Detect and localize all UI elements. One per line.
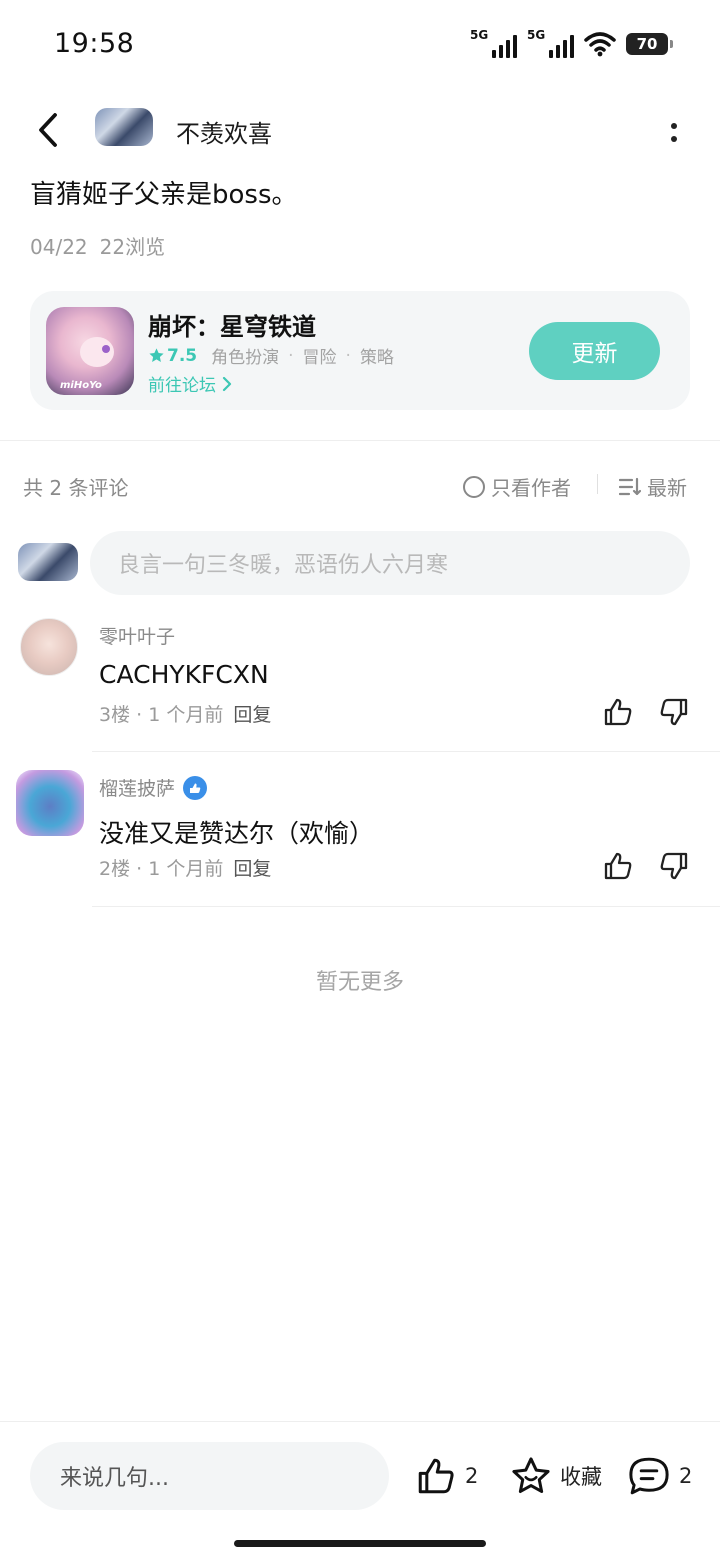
commenter-avatar[interactable] xyxy=(16,770,84,836)
comment-item: 零叶叶子 CACHYKFCXN 3楼 · 1 个月前 回复 xyxy=(0,618,720,752)
comment-divider xyxy=(92,751,720,752)
author-only-label: 只看作者 xyxy=(491,476,571,500)
author-only-toggle[interactable]: 只看作者 xyxy=(463,472,571,501)
cellular-signal-icon: 5G xyxy=(470,28,517,58)
more-dot-icon xyxy=(671,135,677,142)
status-time: 19:58 xyxy=(54,28,135,59)
tag-separator: · xyxy=(345,345,351,366)
bottom-bar-divider xyxy=(0,1421,720,1422)
star-outline-icon xyxy=(512,1457,550,1493)
comment-meta: 2楼 · 1 个月前 回复 xyxy=(99,858,272,880)
bottom-comment-input[interactable]: 来说几句... xyxy=(30,1442,389,1510)
thumb-down-icon xyxy=(660,698,688,726)
no-more-label: 暂无更多 xyxy=(315,970,404,995)
like-button[interactable] xyxy=(601,695,635,729)
battery-icon: 70 xyxy=(626,33,673,55)
favorite-label: 收藏 xyxy=(560,1465,602,1489)
back-button[interactable] xyxy=(28,108,68,152)
filter-separator xyxy=(597,474,598,494)
game-tag: 角色扮演 xyxy=(211,348,280,368)
comment-input[interactable]: 良言一句三冬暖，恶语伤人六月寒 xyxy=(90,531,690,595)
game-rating-value: 7.5 xyxy=(167,345,198,366)
like-button[interactable] xyxy=(601,849,635,883)
commenter-name[interactable]: 零叶叶子 xyxy=(99,622,175,649)
reply-button[interactable]: 回复 xyxy=(233,704,271,726)
section-divider xyxy=(0,440,720,441)
comment-text: 没准又是赞达尔（欢愉） xyxy=(99,819,375,848)
post-date: 04/22 xyxy=(30,235,88,259)
sort-label: 最新 xyxy=(647,476,687,500)
comment-item: 榴莲披萨 没准又是赞达尔（欢愉） 2楼 · 1 个月前 回复 xyxy=(0,770,720,907)
game-tags: 7.5 角色扮演 · 冒险 · 策略 xyxy=(148,343,394,368)
more-options-button[interactable] xyxy=(664,114,684,150)
game-name[interactable]: 崩坏：星穹铁道 xyxy=(148,307,316,342)
comments-count: 共 2 条评论 xyxy=(23,476,129,500)
thumb-up-icon xyxy=(604,698,632,726)
game-card[interactable]: miHoYo 崩坏：星穹铁道 7.5 角色扮演 · 冒险 · 策略 前往论坛 更… xyxy=(30,291,690,410)
thumb-up-icon xyxy=(604,852,632,880)
comment-meta: 3楼 · 1 个月前 回复 xyxy=(99,704,272,726)
post-like-button[interactable]: 2 xyxy=(415,1455,478,1497)
comment-time: 1 个月前 xyxy=(148,858,224,880)
sort-latest-button[interactable]: 最新 xyxy=(619,472,687,501)
game-icon-logo: miHoYo xyxy=(60,380,102,391)
my-avatar xyxy=(18,543,78,581)
tag-separator: · xyxy=(288,345,294,366)
comment-divider xyxy=(92,906,720,907)
comment-text: CACHYKFCXN xyxy=(99,660,269,689)
forum-link-label: 前往论坛 xyxy=(148,376,216,396)
cellular-signal-icon-2: 5G xyxy=(527,28,574,58)
post-views: 22浏览 xyxy=(99,235,166,259)
like-count: 2 xyxy=(465,1464,479,1488)
update-button[interactable]: 更新 xyxy=(529,322,660,380)
game-tag: 冒险 xyxy=(302,348,337,368)
post-meta: 04/22 22浏览 xyxy=(30,231,165,260)
game-tag: 策略 xyxy=(359,348,394,368)
game-icon-eye xyxy=(102,345,110,353)
dislike-button[interactable] xyxy=(657,695,691,729)
network-type-label: 5G xyxy=(470,28,489,42)
thumb-up-icon xyxy=(418,1458,454,1494)
status-bar: 19:58 5G 5G 70 xyxy=(0,0,720,90)
thumb-down-icon xyxy=(660,852,688,880)
game-icon[interactable]: miHoYo xyxy=(46,307,134,395)
comment-time: 1 个月前 xyxy=(148,704,224,726)
more-dot-icon xyxy=(671,122,677,129)
commenter-avatar[interactable] xyxy=(20,618,78,676)
star-icon xyxy=(149,348,164,362)
battery-level: 70 xyxy=(636,35,658,53)
radio-icon xyxy=(463,475,485,498)
chevron-right-icon xyxy=(222,376,232,391)
comment-floor: 3楼 xyxy=(99,704,131,726)
commenter-name-text: 零叶叶子 xyxy=(99,626,176,648)
home-indicator[interactable] xyxy=(234,1540,486,1547)
favorite-button[interactable]: 收藏 xyxy=(510,1455,602,1497)
verified-badge-icon xyxy=(183,775,208,800)
comment-bubble-icon xyxy=(629,1457,669,1495)
forum-link[interactable]: 前往论坛 xyxy=(148,371,232,396)
author-avatar[interactable] xyxy=(95,108,153,146)
wifi-icon xyxy=(584,32,616,57)
comment-floor: 2楼 xyxy=(99,858,131,880)
post-title: 盲猜姬子父亲是boss。 xyxy=(30,180,298,210)
commenter-name-text: 榴莲披萨 xyxy=(99,778,176,800)
sort-icon xyxy=(619,477,641,495)
comment-button[interactable]: 2 xyxy=(627,1455,692,1497)
game-rating: 7.5 xyxy=(148,346,197,366)
commenter-name[interactable]: 榴莲披萨 xyxy=(99,774,208,801)
status-icons: 5G 5G 70 xyxy=(470,28,673,58)
comment-count: 2 xyxy=(679,1464,693,1488)
post-header: 不羡欢喜 xyxy=(0,100,720,160)
author-name[interactable]: 不羡欢喜 xyxy=(176,114,272,149)
chevron-left-icon xyxy=(39,113,57,147)
reply-button[interactable]: 回复 xyxy=(233,858,271,880)
dislike-button[interactable] xyxy=(657,849,691,883)
game-icon-face xyxy=(80,337,114,367)
network-type-label-2: 5G xyxy=(527,28,546,42)
